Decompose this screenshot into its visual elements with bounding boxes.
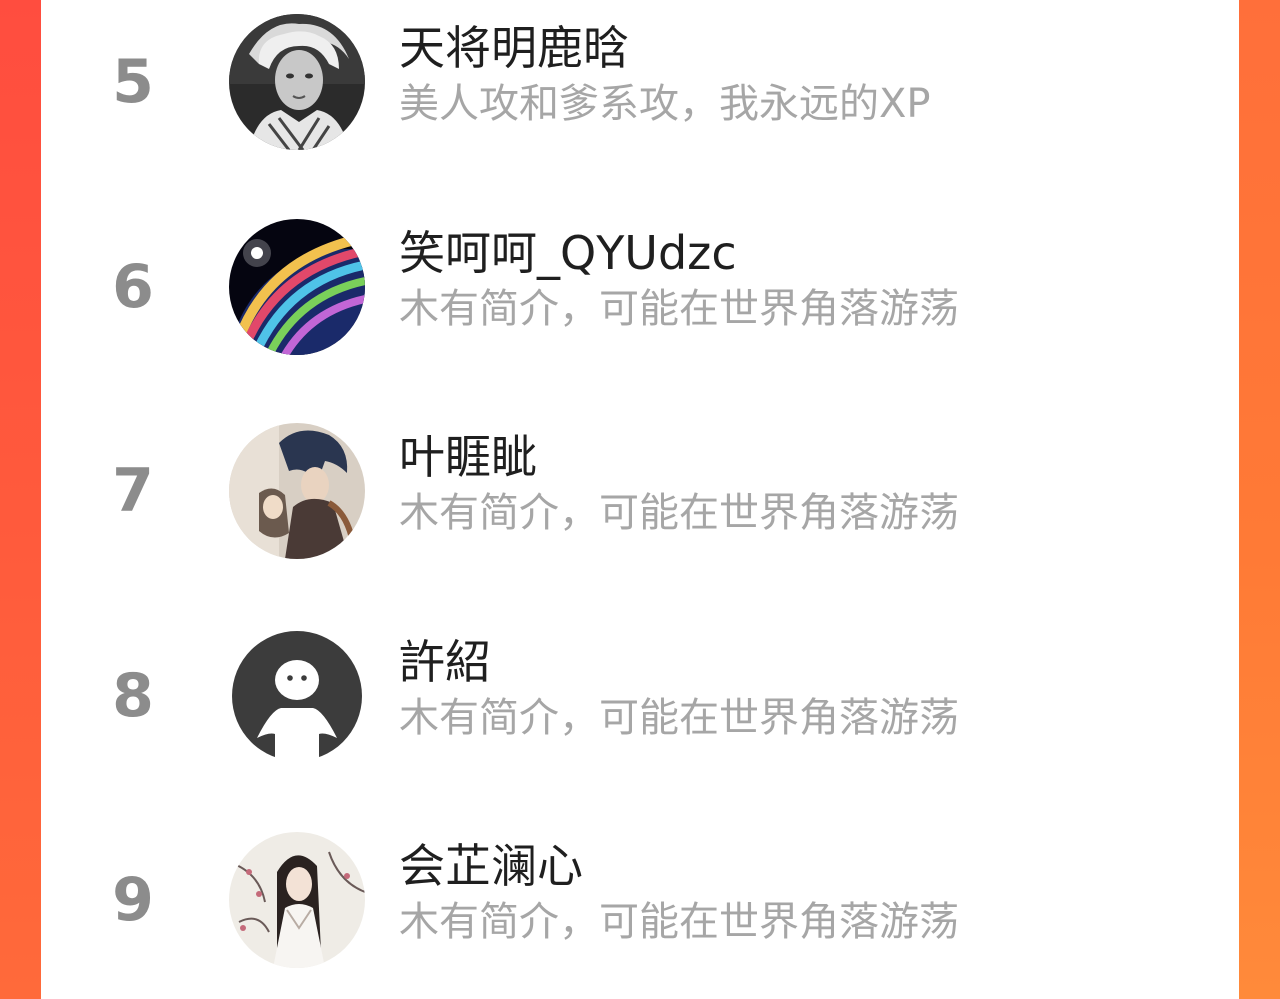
anime-illustration-avatar-icon[interactable] [229, 423, 365, 559]
rank-number: 9 [112, 865, 154, 935]
rank-number: 6 [112, 252, 154, 322]
ranking-list-item[interactable]: 8 許紹 木有简介，可能在世界角落游荡 [41, 626, 1239, 766]
user-bio: 木有简介，可能在世界角落游荡 [399, 286, 959, 332]
portrait-photo-icon [229, 14, 365, 150]
ancient-style-illustration-avatar-icon[interactable] [229, 832, 365, 968]
user-bio: 木有简介，可能在世界角落游荡 [399, 899, 959, 945]
user-name[interactable]: 会芷澜心 [399, 838, 583, 894]
left-gradient-border [0, 0, 41, 999]
user-name[interactable]: 叶睚眦 [399, 429, 537, 485]
ranking-list-item[interactable]: 5 天将明鹿晗 美人攻和爹系攻，我永远的XP [41, 12, 1239, 152]
user-name[interactable]: 許紹 [399, 634, 491, 690]
user-bio: 木有简介，可能在世界角落游荡 [399, 490, 959, 536]
rank-number: 8 [112, 661, 154, 731]
anime-illustration-icon [229, 423, 365, 559]
user-name[interactable]: 笑呵呵_QYUdzc [399, 225, 737, 281]
user-name[interactable]: 天将明鹿晗 [399, 20, 629, 76]
rank-number: 7 [112, 456, 154, 526]
ranking-list-item[interactable]: 7 叶睚眦 木有简介，可能在世界角落游荡 [41, 421, 1239, 561]
user-bio: 木有简介，可能在世界角落游荡 [399, 695, 959, 741]
user-bio: 美人攻和爹系攻，我永远的XP [399, 81, 931, 127]
planet-avatar-icon[interactable] [229, 219, 365, 355]
ranking-panel: 5 天将明鹿晗 美人攻和爹系攻，我永远的XP 6 笑呵呵_QYUdzc 木有简介… [41, 0, 1239, 999]
default-user-icon [229, 628, 365, 764]
ranking-list-item[interactable]: 6 笑呵呵_QYUdzc 木有简介，可能在世界角落游荡 [41, 217, 1239, 357]
planet-icon [229, 219, 365, 355]
default-user-avatar-icon[interactable] [229, 628, 365, 764]
rank-number: 5 [112, 47, 154, 117]
portrait-photo-avatar-icon[interactable] [229, 14, 365, 150]
right-gradient-border [1239, 0, 1280, 999]
ancient-style-illustration-icon [229, 832, 365, 968]
ranking-list: 5 天将明鹿晗 美人攻和爹系攻，我永远的XP 6 笑呵呵_QYUdzc 木有简介… [41, 0, 1239, 999]
ranking-list-item[interactable]: 9 会芷澜心 木有简介，可能在世界角落游荡 [41, 830, 1239, 970]
